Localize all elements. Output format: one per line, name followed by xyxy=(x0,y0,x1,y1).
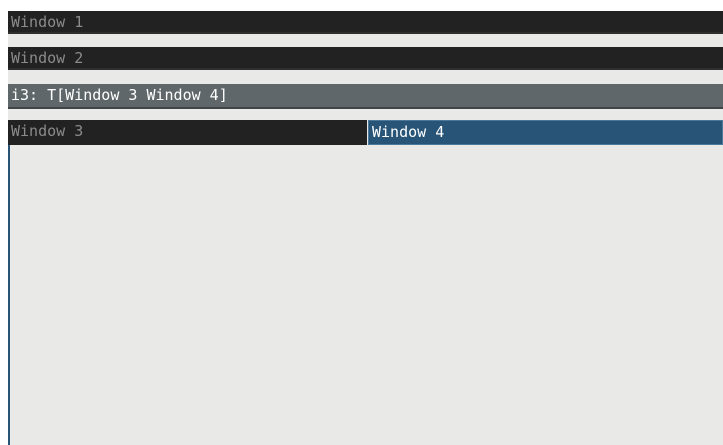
tab-window-3-label: Window 3 xyxy=(11,122,84,140)
focused-window-content[interactable] xyxy=(8,145,723,445)
window-2-titlebar[interactable]: Window 2 xyxy=(8,47,723,70)
i3-workspace: Window 1 Window 2 i3: T[Window 3 Window … xyxy=(0,0,723,445)
window-2-title: Window 2 xyxy=(11,49,84,67)
focus-indicator xyxy=(8,145,10,445)
tabbed-container-title: i3: T[Window 3 Window 4] xyxy=(11,86,228,104)
tab-window-4-label: Window 4 xyxy=(372,123,445,141)
stacked-container: Window 1 Window 2 i3: T[Window 3 Window … xyxy=(8,11,723,445)
tab-window-4[interactable]: Window 4 xyxy=(368,120,723,145)
window-1-title: Window 1 xyxy=(11,13,84,31)
window-1-titlebar[interactable]: Window 1 xyxy=(8,11,723,34)
tabbed-container-titlebar[interactable]: i3: T[Window 3 Window 4] xyxy=(8,84,723,109)
tab-bar: Window 3 Window 4 xyxy=(8,120,723,145)
tab-window-3[interactable]: Window 3 xyxy=(8,120,367,145)
